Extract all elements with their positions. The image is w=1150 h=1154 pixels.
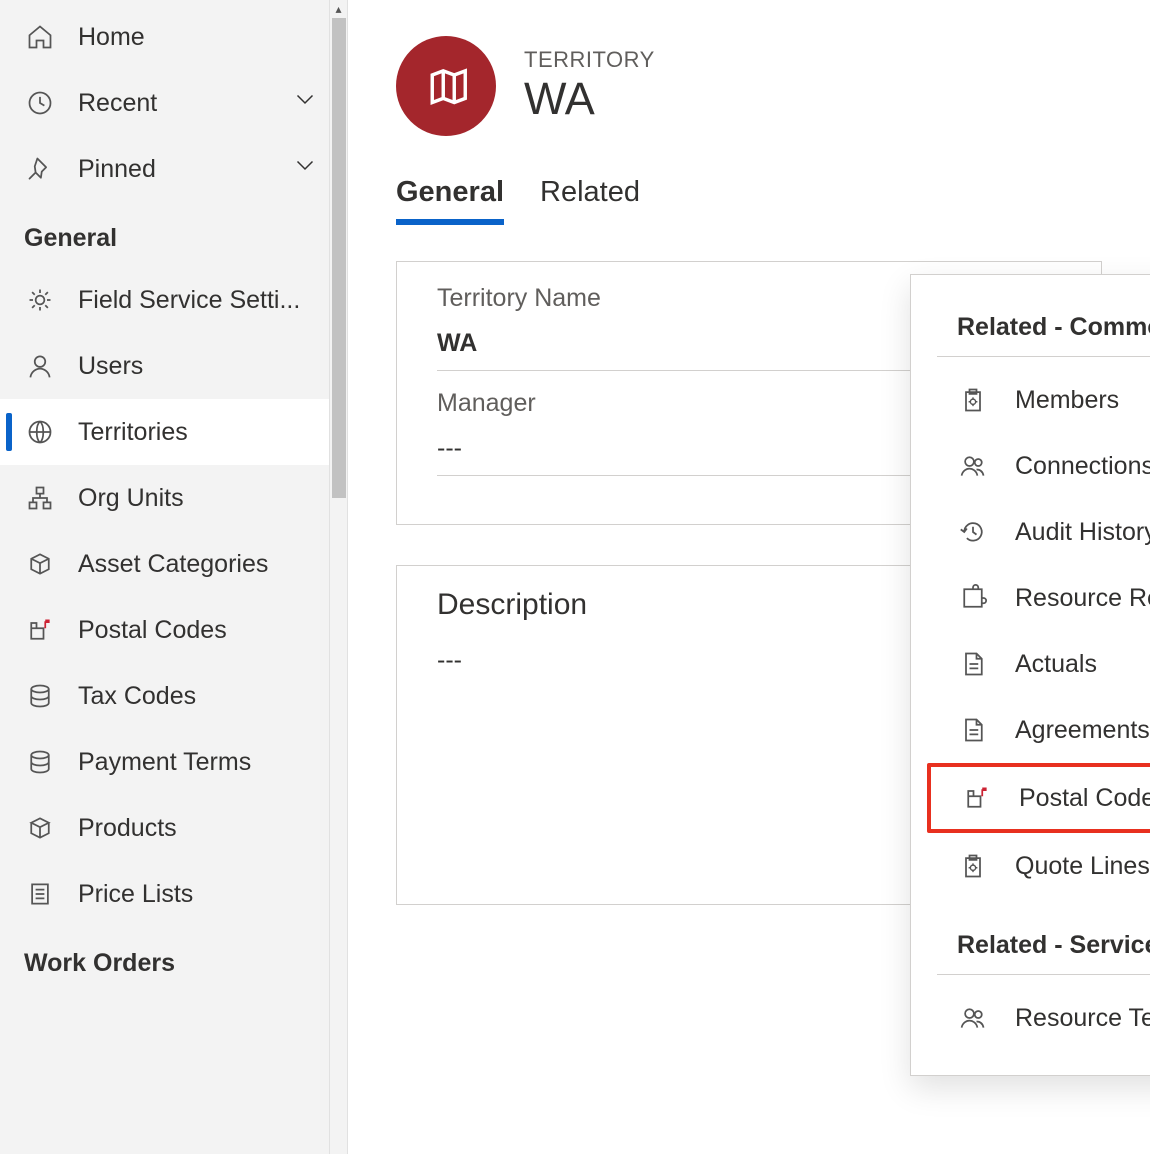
globe-icon [24, 416, 56, 448]
tabs: General Related [396, 176, 1102, 225]
org-icon [24, 482, 56, 514]
record-type-label: TERRITORY [524, 47, 655, 73]
sidebar-section-general: General [0, 202, 347, 267]
sidebar-item-label: Home [78, 23, 145, 52]
sidebar-item-label: Price Lists [78, 880, 193, 909]
tab-related[interactable]: Related [540, 176, 640, 225]
record-header: TERRITORY WA [396, 36, 1102, 136]
sidebar-item-users[interactable]: Users [0, 333, 347, 399]
related-group-service: Related - Service [937, 917, 1150, 975]
sidebar-item-home[interactable]: Home [0, 4, 347, 70]
sidebar-item-label: Users [78, 352, 143, 381]
related-item-label: Actuals [1015, 650, 1097, 679]
user-icon [24, 350, 56, 382]
related-item-label: Audit History [1015, 518, 1150, 547]
sidebar-item-tax-codes[interactable]: Tax Codes [0, 663, 347, 729]
related-item-resource-requirements[interactable]: Resource Requirements [927, 565, 1150, 631]
related-item-label: Connections [1015, 452, 1150, 481]
related-item-postal-codes[interactable]: Postal Codes [927, 763, 1150, 833]
document-icon [957, 714, 989, 746]
sidebar-item-label: Tax Codes [78, 682, 196, 711]
people-icon [957, 450, 989, 482]
record-title: WA [524, 73, 655, 125]
doclist-icon [24, 878, 56, 910]
sidebar-item-label: Products [78, 814, 177, 843]
sidebar-item-field-service-settings[interactable]: Field Service Setti... [0, 267, 347, 333]
sidebar-item-label: Asset Categories [78, 550, 268, 579]
clipboard-gear-icon [957, 850, 989, 882]
sidebar-item-asset-categories[interactable]: Asset Categories [0, 531, 347, 597]
pin-icon [24, 153, 56, 185]
people-icon [957, 1002, 989, 1034]
sidebar-item-products[interactable]: Products [0, 795, 347, 861]
sidebar-item-org-units[interactable]: Org Units [0, 465, 347, 531]
document-icon [957, 648, 989, 680]
sidebar-item-label: Field Service Setti... [78, 286, 300, 315]
related-group-common: Related - Common [937, 299, 1150, 357]
related-item-members[interactable]: Members [927, 367, 1150, 433]
sidebar-section-work-orders: Work Orders [0, 927, 347, 992]
related-item-label: Quote Lines [1015, 852, 1150, 881]
related-item-agreements[interactable]: Agreements [927, 697, 1150, 763]
home-icon [24, 21, 56, 53]
clock-icon [24, 87, 56, 119]
scrollbar-thumb[interactable] [332, 18, 346, 498]
clipboard-gear-icon [957, 384, 989, 416]
stack-icon [24, 680, 56, 712]
related-item-connections[interactable]: Connections [927, 433, 1150, 499]
related-item-label: Postal Codes [1019, 784, 1150, 813]
sidebar-scrollbar[interactable]: ▴ [329, 0, 347, 1154]
sidebar-item-price-lists[interactable]: Price Lists [0, 861, 347, 927]
chevron-down-icon [293, 154, 317, 185]
sidebar-item-pinned[interactable]: Pinned [0, 136, 347, 202]
active-indicator [6, 413, 12, 451]
tab-general[interactable]: General [396, 176, 504, 225]
scroll-up-icon[interactable]: ▴ [330, 0, 347, 18]
history-icon [957, 516, 989, 548]
main-content: TERRITORY WA General Related Territory N… [348, 0, 1150, 1154]
related-item-label: Resource Requirements [1015, 584, 1150, 613]
sidebar-item-label: Postal Codes [78, 616, 227, 645]
gear-icon [24, 284, 56, 316]
related-item-label: Agreements [1015, 716, 1150, 745]
sidebar-item-recent[interactable]: Recent [0, 70, 347, 136]
sidebar-item-postal-codes[interactable]: Postal Codes [0, 597, 347, 663]
box-icon [24, 548, 56, 580]
mailbox-icon [24, 614, 56, 646]
sidebar-item-label: Recent [78, 89, 157, 118]
related-menu: Related - Common Members Connections Aud… [910, 274, 1150, 1076]
related-item-label: Members [1015, 386, 1119, 415]
puzzle-icon [957, 582, 989, 614]
sidebar-item-payment-terms[interactable]: Payment Terms [0, 729, 347, 795]
related-item-resource-territories[interactable]: Resource Territories [927, 985, 1150, 1051]
cube-icon [24, 812, 56, 844]
sidebar-item-label: Territories [78, 418, 188, 447]
stack-icon [24, 746, 56, 778]
sidebar-item-label: Pinned [78, 155, 156, 184]
related-item-label: Resource Territories [1015, 1004, 1150, 1033]
mailbox-icon [961, 782, 993, 814]
sidebar: Home Recent Pinned General Field Service… [0, 0, 348, 1154]
chevron-down-icon [293, 88, 317, 119]
territory-avatar [396, 36, 496, 136]
related-item-quote-lines[interactable]: Quote Lines [927, 833, 1150, 899]
sidebar-item-label: Payment Terms [78, 748, 251, 777]
sidebar-item-label: Org Units [78, 484, 184, 513]
sidebar-item-territories[interactable]: Territories [0, 399, 347, 465]
map-icon [424, 64, 468, 108]
related-item-actuals[interactable]: Actuals [927, 631, 1150, 697]
related-item-audit-history[interactable]: Audit History [927, 499, 1150, 565]
